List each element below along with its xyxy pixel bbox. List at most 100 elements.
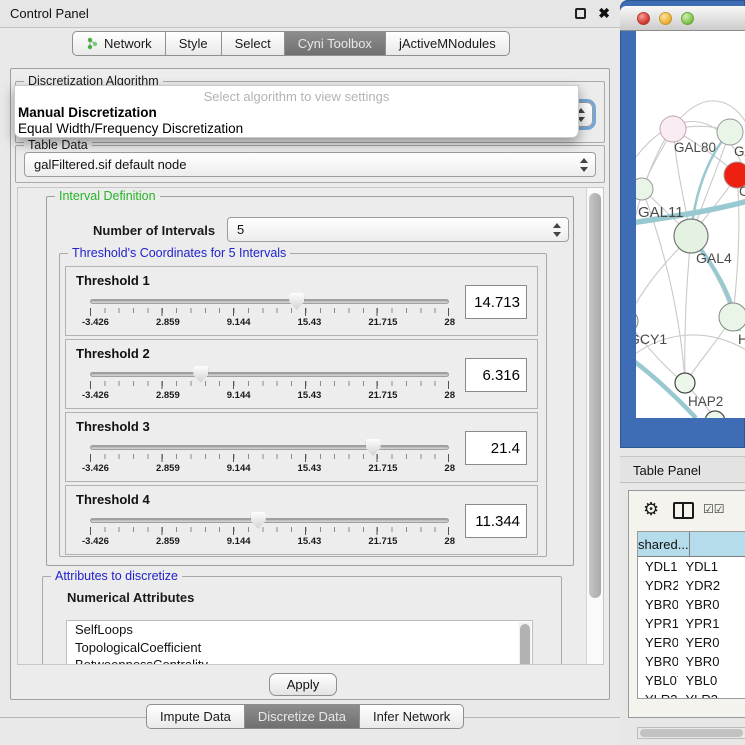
tab-label: Cyni Toolbox [298, 32, 372, 56]
tick-label: 2.859 [156, 463, 180, 474]
tick-label: 2.859 [156, 536, 180, 547]
threshold-slider[interactable]: -3.4262.8599.14415.4321.71528 [90, 510, 449, 550]
table-row[interactable]: YER054CYER0 [638, 633, 745, 652]
network-canvas[interactable]: GAL80 GA C GAL11 GAL4 GCY1 H HAP2 [636, 31, 745, 418]
table-cell: YBR0 [678, 654, 745, 669]
tab-discretize-data[interactable]: Discretize Data [244, 704, 360, 729]
tab-select[interactable]: Select [221, 31, 285, 56]
combo-value: 5 [237, 222, 244, 237]
tick-label: -3.426 [82, 463, 109, 474]
attribute-list-item[interactable]: TopologicalCoefficient [67, 639, 532, 657]
tab-cyni-toolbox[interactable]: Cyni Toolbox [284, 31, 386, 56]
table-row[interactable]: YBL079WYBL0 [638, 671, 745, 690]
popup-option-manual-discretization[interactable]: Manual Discretization [18, 105, 157, 120]
settings-scrollbar[interactable] [586, 188, 603, 664]
tab-network[interactable]: Network [72, 31, 166, 56]
settings-scroll-pane: Interval Definition Number of Intervals … [17, 187, 604, 665]
tick-label: 28 [444, 463, 455, 474]
threshold-row-1: Threshold 1 -3.4262.8599.14415.4321.7152… [65, 266, 538, 336]
split-column-icon[interactable] [673, 502, 694, 519]
threshold-value-field[interactable] [465, 285, 527, 319]
table-hscrollbar[interactable] [637, 727, 745, 739]
node-table[interactable]: shared... na YDL19...YDL1YDR27...YDR2YBR… [637, 531, 745, 699]
close-traffic-light[interactable] [637, 12, 650, 25]
table-row[interactable]: YDR27...YDR2 [638, 576, 745, 595]
checkboxes-icon[interactable]: ☑☑ [703, 502, 725, 516]
num-intervals-select[interactable]: 5 [227, 217, 569, 242]
slider-track[interactable] [90, 372, 449, 377]
table-panel-title: Table Panel [633, 463, 701, 478]
numerical-attributes-list[interactable]: SelfLoopsTopologicalCoefficientBetweenne… [66, 620, 533, 665]
tab-jactivemnodules[interactable]: jActiveMNodules [385, 31, 510, 56]
table-row[interactable]: YBR045CYBR0 [638, 652, 745, 671]
panel-title: Control Panel [10, 6, 89, 21]
list-scrollbar[interactable] [519, 622, 531, 665]
table-cell: YBR045C [638, 654, 678, 669]
attribute-list-item[interactable]: BetweennessCentrality [67, 656, 532, 665]
bottom-tab-bar: Impute Data Discretize Data Infer Networ… [146, 704, 464, 729]
network-window-titlebar[interactable] [620, 6, 745, 31]
column-header-shared[interactable]: shared... [638, 532, 690, 557]
tick-label: 9.144 [227, 317, 251, 328]
zoom-traffic-light[interactable] [681, 12, 694, 25]
table-row[interactable]: YLR345WYLR3 [638, 690, 745, 699]
table-cell: YBL079W [638, 673, 678, 688]
node-label-gal11: GAL11 [638, 204, 684, 221]
tick-label: -3.426 [82, 390, 109, 401]
scrollbar-thumb[interactable] [640, 729, 743, 737]
control-panel-titlebar: Control Panel ✖ [0, 0, 620, 28]
float-window-icon[interactable] [575, 8, 586, 19]
tab-impute-data[interactable]: Impute Data [146, 704, 245, 729]
tab-label: Style [179, 32, 208, 56]
node-label-partial-mid: H [738, 331, 745, 347]
scrollbar-thumb[interactable] [589, 193, 601, 598]
gear-icon[interactable]: ⚙ [643, 499, 659, 520]
slider-track[interactable] [90, 299, 449, 304]
node-green [717, 119, 743, 145]
table-row[interactable]: YPR145WYPR1 [638, 614, 745, 633]
apply-button[interactable]: Apply [269, 673, 337, 696]
table-row[interactable]: YDL19...YDL1 [638, 557, 745, 576]
attribute-list-item[interactable]: SelfLoops [67, 621, 532, 639]
table-cell: YPR145W [638, 616, 678, 631]
interval-definition-group: Interval Definition Number of Intervals … [46, 196, 574, 566]
threshold-label: Threshold 4 [76, 492, 150, 507]
popup-option-equal-width[interactable]: Equal Width/Frequency Discretization [18, 121, 243, 136]
cyni-toolbox-content: Discretization Algorithm Select algorith… [10, 68, 610, 700]
threshold-value-field[interactable] [465, 504, 527, 538]
close-icon[interactable]: ✖ [598, 5, 610, 22]
node-pink [660, 116, 686, 142]
threshold-value-field[interactable] [465, 431, 527, 465]
table-data-select[interactable]: galFiltered.sif default node [24, 152, 596, 177]
table-row[interactable]: YBR043CYBR0 [638, 595, 745, 614]
tick-label: 28 [444, 317, 455, 328]
network-icon [86, 37, 99, 50]
table-cell: YLR3 [678, 692, 745, 699]
tick-label: 2.859 [156, 317, 180, 328]
minimize-traffic-light[interactable] [659, 12, 672, 25]
column-header-name[interactable]: na [690, 532, 745, 557]
slider-track[interactable] [90, 445, 449, 450]
threshold-value-field[interactable] [465, 358, 527, 392]
threshold-slider[interactable]: -3.4262.8599.14415.4321.71528 [90, 364, 449, 404]
node-partial [705, 411, 725, 418]
tick-label: 21.715 [368, 536, 397, 547]
scrollbar-thumb[interactable] [520, 624, 530, 665]
group-title: Threshold's Coordinates for 5 Intervals [68, 246, 290, 260]
slider-tick-labels: -3.4262.8599.14415.4321.71528 [82, 463, 455, 474]
tick-label: -3.426 [82, 317, 109, 328]
slider-track[interactable] [90, 518, 449, 523]
table-cell: YDL19... [638, 559, 678, 574]
table-cell: YBR0 [678, 597, 745, 612]
node-gal4 [674, 219, 708, 253]
threshold-slider[interactable]: -3.4262.8599.14415.4321.71528 [90, 437, 449, 477]
table-panel-body: ⚙ ☑☑ shared... na YDL19...YDL1YDR27...YD… [628, 490, 745, 718]
tab-infer-network[interactable]: Infer Network [359, 704, 464, 729]
slider-ticks-major [90, 308, 449, 316]
slider-ticks-major [90, 527, 449, 535]
tab-style[interactable]: Style [165, 31, 222, 56]
tick-label: 28 [444, 536, 455, 547]
threshold-slider[interactable]: -3.4262.8599.14415.4321.71528 [90, 291, 449, 331]
tick-label: 21.715 [368, 463, 397, 474]
table-panel-titlebar: Table Panel [620, 456, 745, 483]
